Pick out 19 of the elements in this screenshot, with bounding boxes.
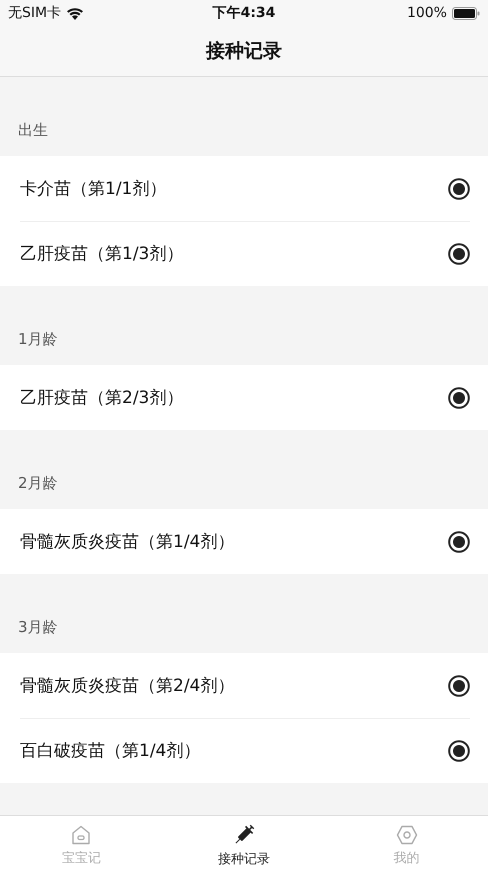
vaccine-row[interactable]: 乙肝疫苗（第1/3剂） (0, 221, 488, 286)
section-header: 1月龄 (18, 330, 58, 349)
clock-text: 下午4:34 (212, 4, 276, 22)
vaccine-row[interactable]: 骨髓灰质炎疫苗（第1/4剂） (0, 509, 488, 574)
battery-icon (452, 6, 480, 20)
page-title: 接种记录 (206, 39, 282, 64)
vaccine-row[interactable]: 骨髓灰质炎疫苗（第2/4剂） (0, 653, 488, 718)
carrier-text: 无SIM卡 (8, 4, 62, 22)
vaccine-row[interactable]: 卡介苗（第1/1剂） (0, 156, 488, 221)
house-icon (70, 824, 92, 846)
vaccine-row[interactable]: 百白破疫苗（第1/4剂） (0, 718, 488, 783)
wifi-icon (66, 6, 84, 20)
section-header: 2月龄 (18, 474, 58, 493)
tab-item[interactable]: 接种记录 (162, 816, 326, 874)
vaccine-row[interactable]: 乙肝疫苗（第2/3剂） (0, 365, 488, 430)
hexagon-icon (396, 824, 418, 846)
battery-text: 100% (406, 5, 447, 21)
section-header: 3月龄 (18, 618, 58, 637)
section-header: 出生 (18, 121, 48, 140)
